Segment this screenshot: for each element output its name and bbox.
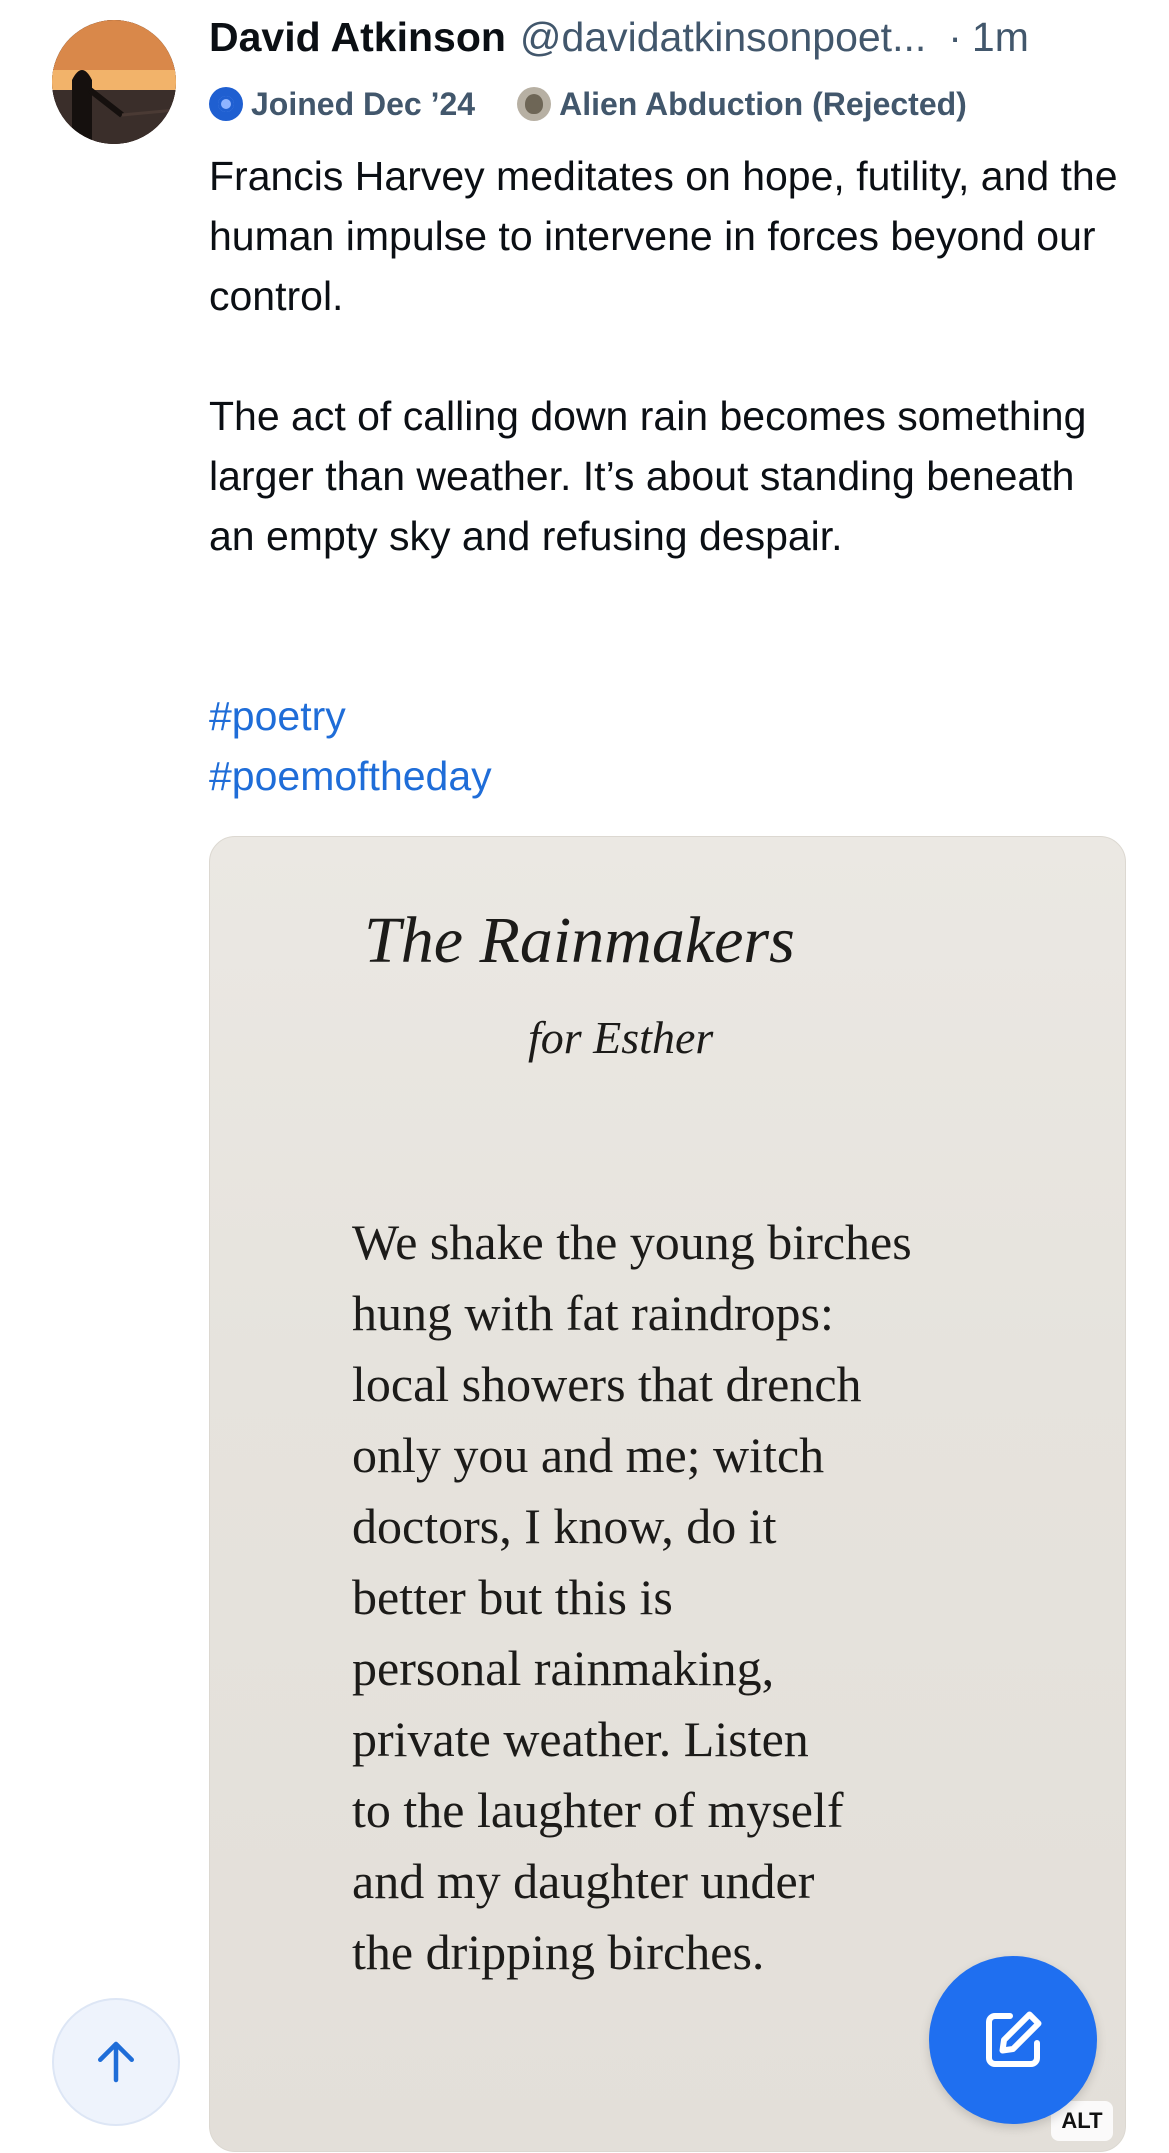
poem-line: private weather. Listen — [352, 1711, 809, 1767]
alien-badge-icon — [517, 87, 552, 121]
avatar-photo-icon — [52, 20, 176, 144]
poem-line: doctors, I know, do it — [352, 1498, 777, 1554]
poem-line: the dripping birches. — [352, 1924, 765, 1980]
author-handle[interactable]: @davidatkinsonpoet... — [520, 14, 926, 61]
poem-line: and my daughter under — [352, 1853, 815, 1909]
author-display-name[interactable]: David Atkinson — [209, 14, 506, 61]
poem-title: The Rainmakers — [364, 904, 795, 977]
hashtag-list: #poetry #poemoftheday — [209, 686, 492, 806]
post-header: David Atkinson @davidatkinsonpoet... · 1… — [209, 14, 1129, 66]
poem-line: personal rainmaking, — [352, 1640, 775, 1696]
post-paragraph: Francis Harvey meditates on hope, futili… — [209, 153, 1118, 319]
hashtag-link[interactable]: #poemoftheday — [209, 746, 492, 806]
poem-line: better but this is — [352, 1569, 673, 1625]
post-image[interactable]: The Rainmakers for Esther We shake the y… — [209, 836, 1126, 2152]
author-badges: Joined Dec ’24 Alien Abduction (Rejected… — [209, 82, 967, 126]
joined-badge-label: Joined Dec ’24 — [251, 85, 476, 122]
poem-line: We shake the young birches — [352, 1214, 912, 1270]
post-timestamp[interactable]: 1m — [972, 14, 1029, 61]
header-separator: · — [948, 14, 962, 60]
compose-icon — [986, 2011, 1042, 2067]
poem-text: We shake the young birches hung with fat… — [352, 1207, 912, 1988]
poem-dedication: for Esther — [528, 1012, 714, 1063]
avatar[interactable] — [52, 20, 176, 144]
poem-line: hung with fat raindrops: — [352, 1285, 834, 1341]
custom-badge-label: Alien Abduction (Rejected) — [559, 85, 967, 122]
poem-line: to the laughter of myself — [352, 1782, 844, 1838]
post-body: Francis Harvey meditates on hope, futili… — [209, 146, 1129, 566]
arrow-up-icon — [98, 2041, 134, 2083]
compose-button[interactable] — [929, 1956, 1097, 2124]
scroll-to-top-button[interactable] — [52, 1998, 180, 2126]
poem-line: local showers that drench — [352, 1356, 862, 1412]
post-paragraph: The act of calling down rain becomes som… — [209, 393, 1087, 559]
poem-line: only you and me; witch — [352, 1427, 825, 1483]
joined-badge-icon — [209, 87, 243, 121]
hashtag-link[interactable]: #poetry — [209, 686, 492, 746]
